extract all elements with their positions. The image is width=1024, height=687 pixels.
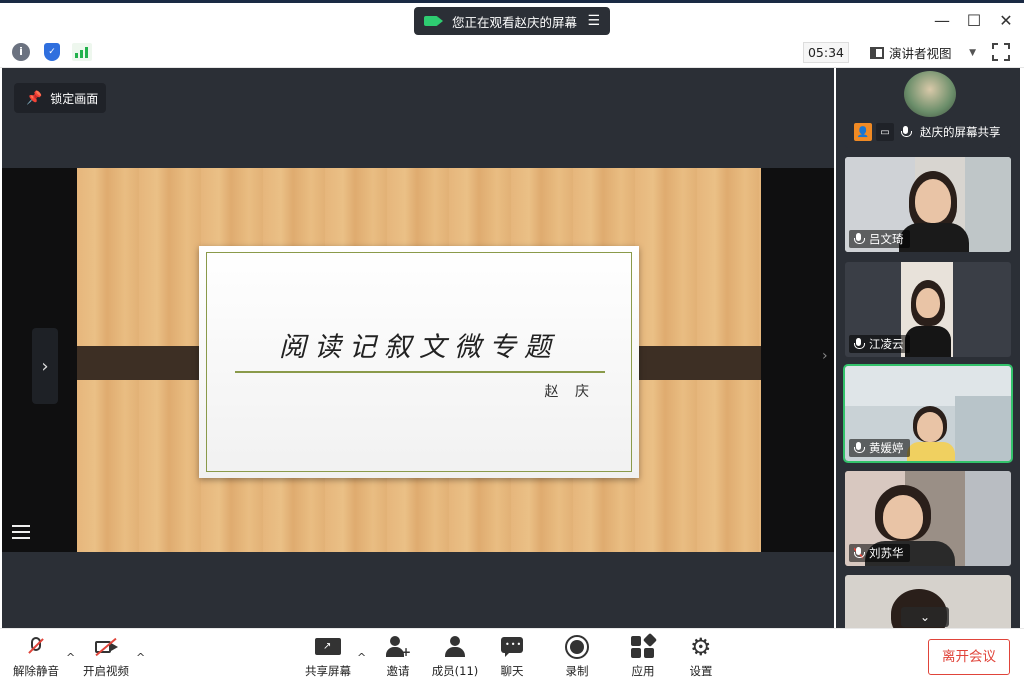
microphone-icon	[854, 442, 865, 454]
leave-meeting-button[interactable]: 离开会议	[928, 639, 1010, 675]
video-off-icon	[93, 635, 119, 659]
speaker-view-icon	[870, 46, 884, 59]
members-button[interactable]: 成员(11)	[425, 635, 485, 679]
shield-icon[interactable]: ✓	[44, 43, 60, 61]
share-options-caret[interactable]: ^	[357, 651, 366, 664]
unmute-button[interactable]: 解除静音	[6, 635, 66, 679]
participant-name: 赵庆的屏幕共享	[920, 125, 1001, 139]
invite-button[interactable]: + 邀请	[368, 635, 428, 679]
shared-screen-stage: 📌 锁定画面 阅读记叙文微专题 赵 庆 › ›	[2, 68, 834, 628]
participant-tile[interactable]: 👤 ▭ 赵庆的屏幕共享	[845, 68, 1011, 148]
participant-name: 黄媛婷	[869, 441, 904, 455]
info-icon[interactable]: i	[12, 43, 30, 61]
apps-icon	[630, 632, 658, 659]
slide-title-card: 阅读记叙文微专题 赵 庆	[199, 246, 639, 478]
presentation-slide: 阅读记叙文微专题 赵 庆	[77, 168, 761, 552]
chevron-right-icon[interactable]: ›	[822, 348, 828, 364]
meeting-timer: 05:34	[803, 42, 849, 63]
members-icon	[442, 635, 468, 659]
add-user-icon: +	[385, 635, 411, 659]
slide-author: 赵 庆	[544, 384, 595, 400]
participant-tile[interactable]: ⌄	[845, 575, 1011, 628]
slide-left-band	[77, 346, 215, 380]
shared-screen-thumbnail	[904, 71, 956, 117]
meeting-window: 您正在观看赵庆的屏幕 ☰ — ☐ ✕ i ✓ 05:34 演讲者视图 ▼ 📌 锁…	[0, 0, 1024, 687]
signal-icon[interactable]	[72, 43, 92, 61]
chevron-down-icon: ▼	[969, 47, 976, 58]
microphone-icon	[901, 126, 912, 138]
close-button[interactable]: ✕	[996, 11, 1016, 30]
pin-view-button[interactable]: 📌 锁定画面	[14, 83, 106, 113]
chat-icon: •••	[499, 635, 525, 659]
minimize-button[interactable]: —	[932, 11, 952, 30]
participant-tile-active[interactable]: 黄媛婷	[843, 364, 1013, 463]
pin-icon: 📌	[26, 90, 43, 106]
fullscreen-icon[interactable]	[991, 42, 1011, 62]
host-icon: 👤	[854, 123, 872, 141]
camera-icon	[424, 16, 443, 26]
chat-button[interactable]: ••• 聊天	[482, 635, 542, 679]
share-status-text: 您正在观看赵庆的屏幕	[452, 14, 578, 30]
participant-sidebar: 👤 ▭ 赵庆的屏幕共享 吕文琦 江凌云 黄媛婷 刘苏华 ⌄	[836, 68, 1020, 628]
participant-name: 刘苏华	[869, 546, 904, 560]
participant-name: 吕文琦	[869, 232, 904, 246]
video-feed	[917, 412, 943, 442]
scroll-down-button[interactable]: ⌄	[901, 607, 949, 627]
start-video-button[interactable]: 开启视频	[76, 635, 136, 679]
view-mode-label: 演讲者视图	[889, 46, 952, 61]
slide-divider	[235, 371, 605, 373]
participant-name: 江凌云	[869, 337, 904, 351]
slide-title: 阅读记叙文微专题	[279, 332, 559, 363]
participant-tile[interactable]: 刘苏华	[845, 471, 1011, 566]
meeting-toolbar: 解除静音 ^ 开启视频 ^ ↗ 共享屏幕 ^ + 邀请 成员(11) ••• 聊…	[0, 628, 1024, 687]
title-bar: 您正在观看赵庆的屏幕 ☰ — ☐ ✕	[0, 0, 1024, 36]
status-row: i ✓ 05:34 演讲者视图 ▼	[0, 37, 1024, 68]
participant-tile[interactable]: 江凌云	[845, 262, 1011, 357]
video-feed	[883, 495, 923, 539]
microphone-muted-icon	[854, 547, 865, 559]
microphone-icon	[854, 233, 865, 245]
screen-share-status-pill[interactable]: 您正在观看赵庆的屏幕 ☰	[414, 7, 610, 35]
gear-icon: ⚙	[690, 633, 712, 661]
audio-options-caret[interactable]: ^	[66, 651, 75, 664]
shared-content-frame: 阅读记叙文微专题 赵 庆 ›	[2, 168, 834, 552]
microphone-muted-icon	[23, 635, 49, 659]
share-screen-button[interactable]: ↗ 共享屏幕	[298, 635, 358, 679]
microphone-icon	[854, 338, 865, 350]
video-options-caret[interactable]: ^	[136, 651, 145, 664]
apps-button[interactable]: 应用	[613, 632, 673, 679]
video-feed	[915, 179, 951, 223]
maximize-button[interactable]: ☐	[964, 11, 984, 30]
settings-button[interactable]: ⚙ 设置	[671, 635, 731, 679]
expand-panel-button[interactable]: ›	[32, 328, 58, 404]
view-mode-dropdown[interactable]: 演讲者视图 ▼	[862, 42, 980, 63]
participant-tile[interactable]: 吕文琦	[845, 157, 1011, 252]
pin-view-label: 锁定画面	[50, 91, 99, 106]
menu-icon[interactable]: ☰	[587, 13, 600, 29]
screen-share-icon: ▭	[876, 123, 894, 141]
video-feed	[916, 288, 940, 318]
slide-right-band	[623, 346, 761, 380]
share-screen-icon: ↗	[315, 635, 341, 659]
record-button[interactable]: 录制	[547, 635, 607, 679]
slide-list-icon[interactable]	[12, 525, 30, 541]
record-icon	[564, 635, 590, 659]
